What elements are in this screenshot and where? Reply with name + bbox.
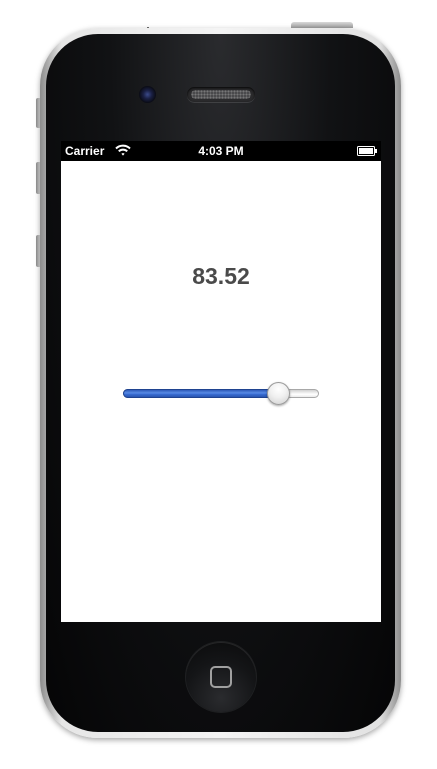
status-bar: Carrier 4:03 PM [61,141,381,161]
slider-value-label: 83.52 [192,263,250,289]
battery-icon [357,146,377,156]
screen: Carrier 4:03 PM 83.52 [61,141,381,622]
home-button-icon [210,666,232,688]
clock-label: 4:03 PM [198,144,244,158]
speaker-icon [187,87,255,102]
home-button[interactable] [186,642,256,712]
slider-min-track [123,389,279,398]
slider-thumb[interactable] [267,382,290,405]
value-slider[interactable] [123,379,319,409]
speaker-grille [191,90,251,99]
simulator-stage: Carrier 4:03 PM 83.52 [0,0,437,769]
camera-icon [139,86,156,103]
